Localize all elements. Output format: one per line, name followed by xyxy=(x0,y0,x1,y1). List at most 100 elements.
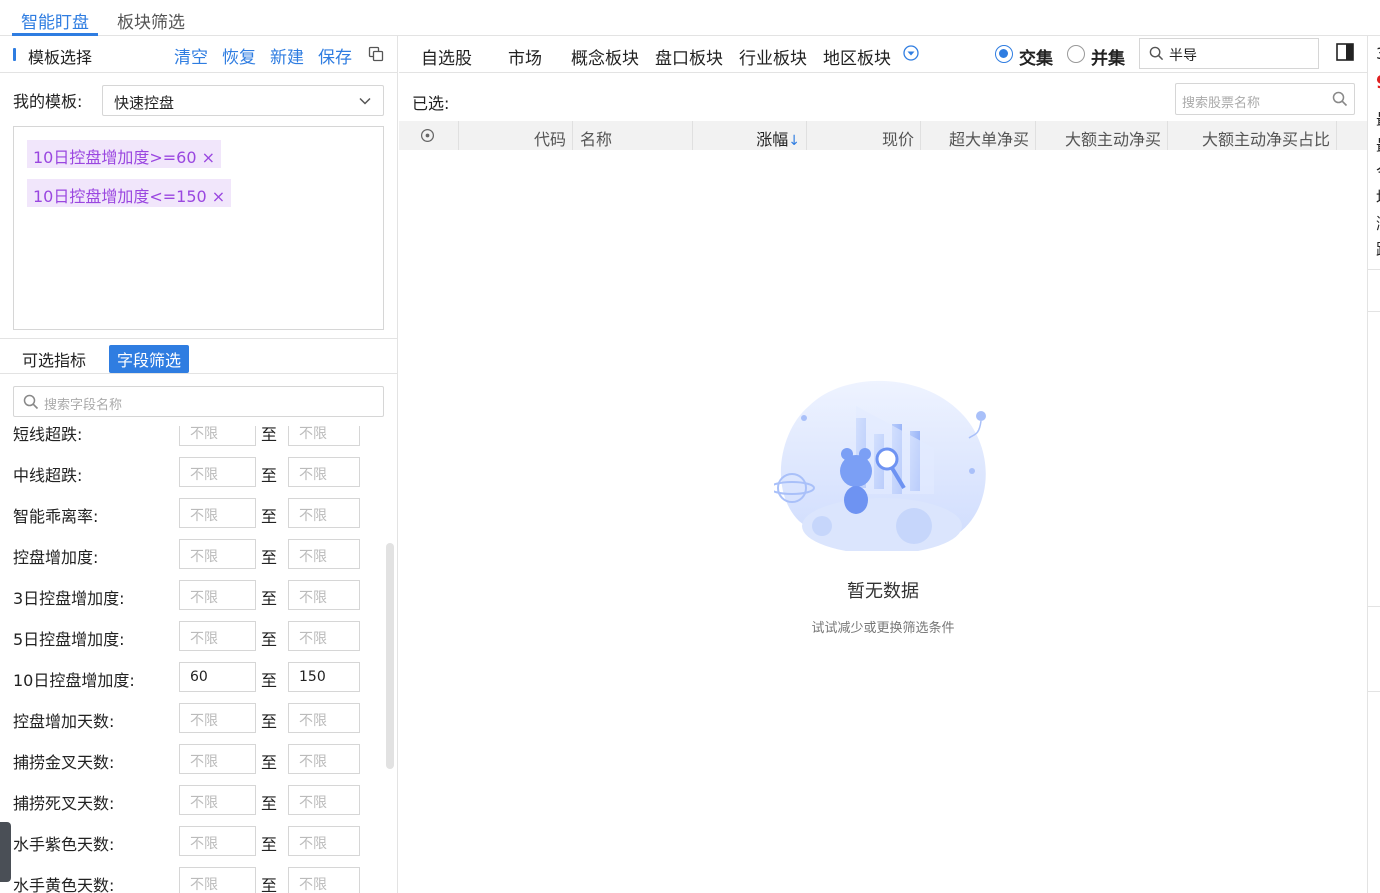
field-list-scrollbar[interactable] xyxy=(386,543,394,769)
field-row: 中线超跌: 不限 至 不限 xyxy=(0,457,380,487)
search-icon[interactable] xyxy=(1332,91,1348,107)
filter-sidebar: 模板选择 清空 恢复 新建 保存 我的模板: 快速控盘 10日控盘增加度>=60… xyxy=(0,36,398,893)
field-min-input[interactable]: 不限 xyxy=(179,703,256,733)
field-max-input[interactable]: 不限 xyxy=(288,744,360,774)
edge-glyph: 跌 xyxy=(1376,236,1380,260)
empty-state-title: 暂无数据 xyxy=(847,581,919,602)
field-row: 短线超跌: 不限 至 不限 xyxy=(0,426,380,446)
tab-market[interactable]: 市场 xyxy=(508,44,542,69)
template-header: 模板选择 清空 恢复 新建 保存 xyxy=(0,36,397,73)
field-label: 10日控盘增加度: xyxy=(13,671,135,690)
tab-handicap-sector[interactable]: 盘口板块 xyxy=(655,44,723,69)
right-info-panel-edge: 3 9 最 最 今 均 涨 跌 xyxy=(1367,36,1380,893)
col-super-large-net-buy[interactable]: 超大单净买 xyxy=(921,121,1036,150)
field-max-input[interactable]: 不限 xyxy=(288,539,360,569)
section-marker xyxy=(13,48,16,61)
col-large-active-net-buy[interactable]: 大额主动净买 xyxy=(1036,121,1168,150)
tab-industry-sector[interactable]: 行业板块 xyxy=(739,44,807,69)
market-tabs: 自选股 市场 概念板块 盘口板块 行业板块 地区板块 交集 并集 半导 xyxy=(399,36,1367,73)
edge-glyph: 均 xyxy=(1376,184,1380,208)
field-label: 中线超跌: xyxy=(13,466,83,485)
field-label: 短线超跌: xyxy=(13,426,83,444)
condition-tag-box: 10日控盘增加度>=60 × 10日控盘增加度<=150 × xyxy=(13,126,384,330)
range-separator: 至 xyxy=(261,712,278,731)
more-tabs-dropdown-icon[interactable] xyxy=(903,45,919,61)
edge-glyph: 今 xyxy=(1376,158,1380,182)
sort-desc-icon: ↓ xyxy=(788,133,800,149)
side-collapse-handle[interactable] xyxy=(0,822,11,882)
stock-search-input[interactable]: 搜索股票名称 xyxy=(1175,83,1355,115)
condition-tag[interactable]: 10日控盘增加度<=150 × xyxy=(27,179,232,207)
top-tab-bar: 智能盯盘 板块筛选 xyxy=(0,0,1380,36)
field-row: 控盘增加天数: 不限 至 不限 xyxy=(0,703,380,733)
field-max-input[interactable]: 不限 xyxy=(288,867,360,893)
intersection-label[interactable]: 交集 xyxy=(1019,44,1053,69)
field-min-input[interactable]: 60 xyxy=(179,662,256,692)
field-min-input[interactable]: 不限 xyxy=(179,826,256,856)
col-name[interactable]: 名称 xyxy=(573,121,693,150)
tab-optional-indicators[interactable]: 可选指标 xyxy=(22,347,86,371)
new-template-button[interactable]: 新建 xyxy=(270,43,304,68)
field-row: 水手紫色天数: 不限 至 不限 xyxy=(0,826,380,856)
field-min-input[interactable]: 不限 xyxy=(179,580,256,610)
panel-toggle-icon[interactable] xyxy=(1336,43,1354,61)
edge-divider xyxy=(1368,691,1380,692)
field-max-input[interactable]: 不限 xyxy=(288,580,360,610)
edge-divider xyxy=(1368,311,1380,312)
field-max-input[interactable]: 不限 xyxy=(288,457,360,487)
field-min-input[interactable]: 不限 xyxy=(179,498,256,528)
field-min-input[interactable]: 不限 xyxy=(179,426,256,446)
save-template-button[interactable]: 保存 xyxy=(318,43,352,68)
edge-divider xyxy=(1368,269,1380,270)
field-max-input[interactable]: 不限 xyxy=(288,426,360,446)
field-label: 捕捞死叉天数: xyxy=(13,794,115,813)
range-separator: 至 xyxy=(261,548,278,567)
tab-sector-filter[interactable]: 板块筛选 xyxy=(117,8,185,33)
field-max-input[interactable]: 不限 xyxy=(288,826,360,856)
restore-button[interactable]: 恢复 xyxy=(222,43,256,68)
tab-smart-watch[interactable]: 智能盯盘 xyxy=(21,8,89,33)
settings-icon xyxy=(420,128,435,143)
clear-button[interactable]: 清空 xyxy=(174,43,208,68)
field-row: 捕捞死叉天数: 不限 至 不限 xyxy=(0,785,380,815)
field-label: 捕捞金叉天数: xyxy=(13,753,115,772)
union-radio[interactable] xyxy=(1067,45,1085,63)
template-select[interactable]: 快速控盘 xyxy=(102,85,384,116)
field-max-input[interactable]: 不限 xyxy=(288,621,360,651)
field-max-input[interactable]: 150 xyxy=(288,662,360,692)
field-min-input[interactable]: 不限 xyxy=(179,621,256,651)
condition-tag[interactable]: 10日控盘增加度>=60 × xyxy=(27,140,222,168)
field-max-input[interactable]: 不限 xyxy=(288,498,360,528)
range-separator: 至 xyxy=(261,794,278,813)
copy-icon[interactable] xyxy=(368,46,384,62)
union-label[interactable]: 并集 xyxy=(1091,44,1125,69)
intersection-radio[interactable] xyxy=(995,45,1013,63)
col-change-pct[interactable]: 涨幅↓ xyxy=(693,121,807,150)
field-row: 5日控盘增加度: 不限 至 不限 xyxy=(0,621,380,651)
col-price[interactable]: 现价 xyxy=(807,121,921,150)
field-row: 捕捞金叉天数: 不限 至 不限 xyxy=(0,744,380,774)
field-min-input[interactable]: 不限 xyxy=(179,744,256,774)
field-min-input[interactable]: 不限 xyxy=(179,539,256,569)
tab-field-filter[interactable]: 字段筛选 xyxy=(109,345,190,373)
sector-keyword-input[interactable]: 半导 xyxy=(1139,38,1319,69)
col-large-active-net-buy-ratio[interactable]: 大额主动净买占比 xyxy=(1168,121,1337,150)
col-change-pct-label: 涨幅 xyxy=(756,130,789,149)
field-label: 水手紫色天数: xyxy=(13,835,115,854)
column-settings-cell[interactable] xyxy=(399,121,459,150)
tab-region-sector[interactable]: 地区板块 xyxy=(823,44,891,69)
col-code[interactable]: 代码 xyxy=(459,121,573,150)
field-search-input[interactable]: 搜索字段名称 xyxy=(13,386,384,417)
field-min-input[interactable]: 不限 xyxy=(179,457,256,487)
main-panel: 自选股 市场 概念板块 盘口板块 行业板块 地区板块 交集 并集 半导 已选: … xyxy=(399,36,1367,893)
template-select-value: 快速控盘 xyxy=(114,94,175,112)
tab-concept-sector[interactable]: 概念板块 xyxy=(571,44,639,69)
stock-search-placeholder: 搜索股票名称 xyxy=(1182,96,1261,111)
tab-watchlist[interactable]: 自选股 xyxy=(421,44,472,69)
edge-divider xyxy=(1368,606,1380,607)
field-min-input[interactable]: 不限 xyxy=(179,785,256,815)
field-max-input[interactable]: 不限 xyxy=(288,785,360,815)
sector-keyword-value: 半导 xyxy=(1169,48,1197,64)
field-min-input[interactable]: 不限 xyxy=(179,867,256,893)
field-max-input[interactable]: 不限 xyxy=(288,703,360,733)
